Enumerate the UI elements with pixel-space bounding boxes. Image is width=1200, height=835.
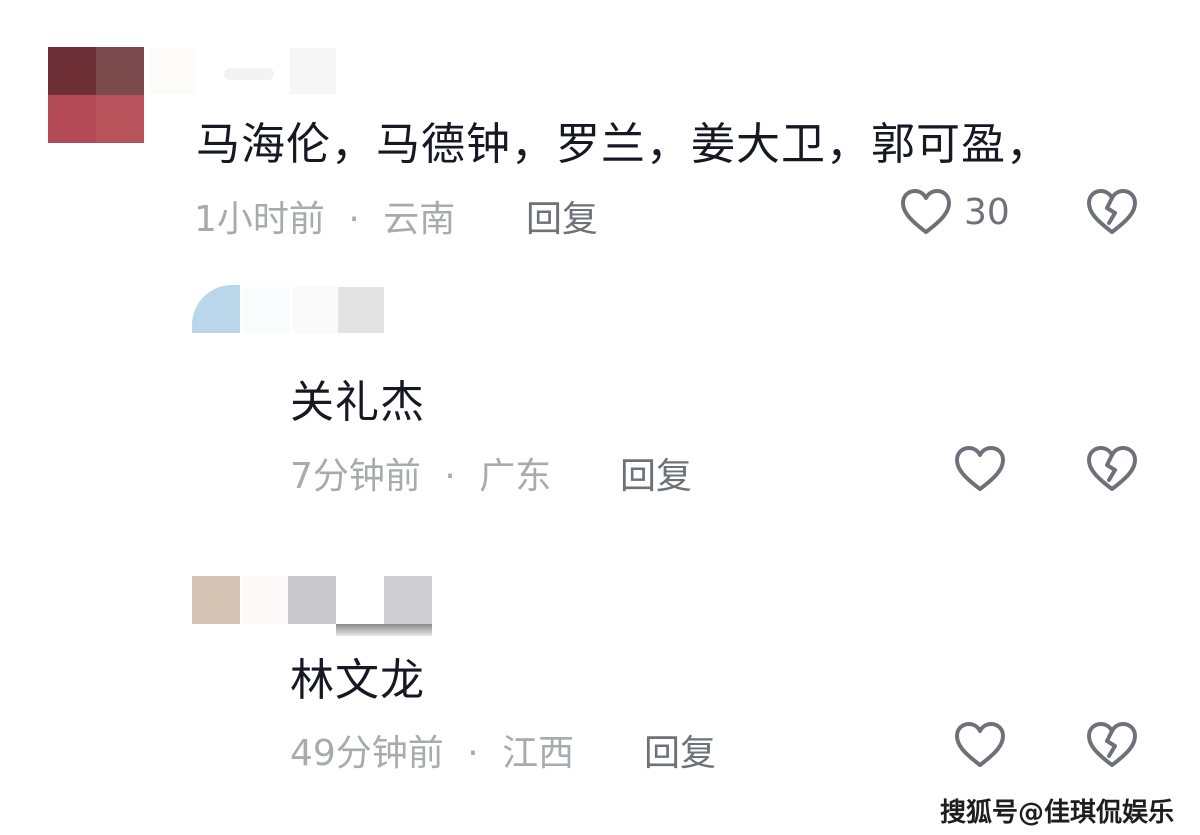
meta-separator: · xyxy=(444,456,456,497)
avatar[interactable] xyxy=(48,47,144,143)
reply-button[interactable]: 回复 xyxy=(644,724,716,776)
like-button[interactable] xyxy=(952,442,1008,498)
comment-meta: 7分钟前 · 广东 xyxy=(290,447,551,499)
heart-outline-icon xyxy=(901,189,951,234)
broken-heart-icon xyxy=(1087,722,1137,767)
reply-button[interactable]: 回复 xyxy=(620,447,692,499)
comment-location: 广东 xyxy=(479,456,552,497)
comment-time: 49分钟前 xyxy=(290,733,444,774)
dislike-button[interactable] xyxy=(1084,718,1140,774)
reply-button[interactable]: 回复 xyxy=(526,190,598,242)
comment-meta: 49分钟前 · 江西 xyxy=(290,724,574,776)
comment-time: 1小时前 xyxy=(194,199,325,240)
comment-text: 林文龙 xyxy=(290,655,425,706)
dislike-button[interactable] xyxy=(1084,185,1140,241)
like-button[interactable] xyxy=(898,185,954,241)
comment-text: 关礼杰 xyxy=(290,377,425,428)
like-button[interactable] xyxy=(952,718,1008,774)
heart-outline-icon xyxy=(955,446,1005,491)
username-blurred[interactable] xyxy=(242,576,434,636)
watermark: 搜狐号@佳琪侃娱乐 xyxy=(939,798,1174,828)
comment-meta: 1小时前 · 云南 xyxy=(194,190,455,242)
broken-heart-icon xyxy=(1087,446,1137,491)
comment-time: 7分钟前 xyxy=(290,456,421,497)
dislike-button[interactable] xyxy=(1084,442,1140,498)
comment-text: 马海伦，马德钟，罗兰，姜大卫，郭可盈， xyxy=(196,119,1051,170)
avatar[interactable] xyxy=(192,285,240,333)
meta-separator: · xyxy=(348,199,360,240)
meta-separator: · xyxy=(467,733,479,774)
username-blurred[interactable] xyxy=(150,48,340,94)
username-blurred[interactable] xyxy=(244,287,389,333)
comment-location: 云南 xyxy=(383,199,456,240)
broken-heart-icon xyxy=(1087,189,1137,234)
avatar[interactable] xyxy=(192,576,240,624)
comment-location: 江西 xyxy=(502,733,575,774)
heart-outline-icon xyxy=(955,722,1005,767)
like-count: 30 xyxy=(964,192,1010,233)
